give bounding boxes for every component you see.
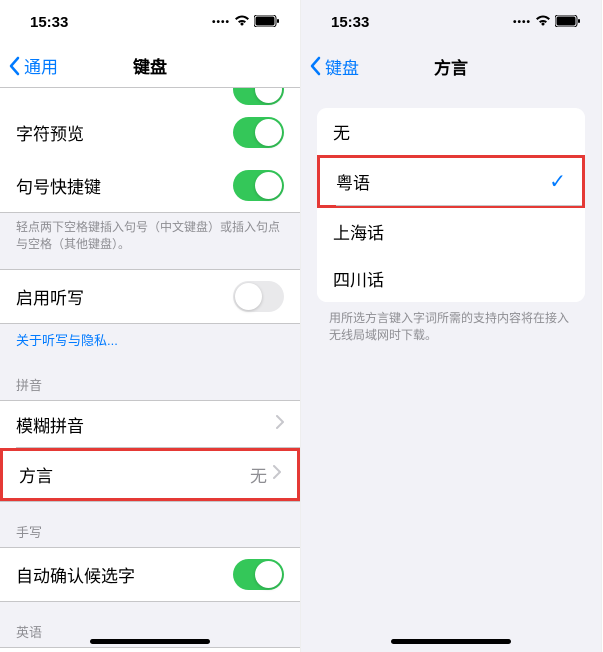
battery-icon [254, 14, 280, 31]
nav-bar: 键盘 方言 [301, 44, 601, 88]
toggle-partial[interactable] [233, 88, 284, 105]
screen-keyboard-settings: 15:33 •••• 通用 键盘 字符预览 句号快捷键 轻点两下空格键插入句号（… [0, 0, 301, 652]
battery-icon [555, 14, 581, 31]
status-bar: 15:33 •••• [301, 0, 601, 44]
status-time: 15:33 [331, 14, 369, 31]
chevron-left-icon [8, 56, 20, 76]
toggle-period-shortcut[interactable] [233, 170, 284, 201]
section-pinyin: 模糊拼音 方言 无 [0, 400, 300, 502]
chevron-right-icon [273, 464, 281, 484]
row-auto-confirm[interactable]: 自动确认候选字 [0, 548, 300, 601]
row-label: 启用听写 [16, 284, 84, 309]
status-bar: 15:33 •••• [0, 0, 300, 44]
option-label: 无 [333, 119, 350, 144]
section-top: 字符预览 句号快捷键 [0, 88, 300, 213]
row-period-shortcut[interactable]: 句号快捷键 [0, 159, 300, 213]
row-label: 自动确认候选字 [16, 562, 135, 587]
option-label: 粤语 [336, 169, 370, 194]
screen-dialect-select: 15:33 •••• 键盘 方言 无 粤语 ✓ 上海话 四川话 用所选方言键入字… [301, 0, 602, 652]
row-auto-cap[interactable]: 首字母自动大写 [0, 648, 300, 652]
footer-dialect: 用所选方言键入字词所需的支持内容将在接入无线局域网时下载。 [301, 302, 601, 352]
toggle-dictation[interactable] [233, 281, 284, 312]
cellular-icon: •••• [513, 17, 531, 28]
dialect-options-list: 无 粤语 ✓ 上海话 四川话 [317, 108, 585, 302]
status-time: 15:33 [30, 14, 68, 31]
home-indicator[interactable] [391, 639, 511, 644]
chevron-left-icon [309, 56, 321, 76]
section-english: 首字母自动大写 检查拼写 输入预测 滑行键入时逐词删除 [0, 647, 300, 652]
nav-back-button[interactable]: 键盘 [301, 54, 359, 79]
dictation-privacy-link[interactable]: 关于听写与隐私... [0, 324, 300, 355]
row-char-preview[interactable]: 字符预览 [0, 106, 300, 159]
section-dictation: 启用听写 [0, 269, 300, 324]
option-sichuanese[interactable]: 四川话 [317, 255, 585, 302]
wifi-icon [234, 14, 250, 31]
section-handwriting: 自动确认候选字 [0, 547, 300, 602]
nav-title: 键盘 [133, 53, 167, 78]
nav-back-button[interactable]: 通用 [0, 53, 58, 78]
home-indicator[interactable] [90, 639, 210, 644]
row-label: 句号快捷键 [16, 173, 101, 198]
checkmark-icon: ✓ [549, 169, 566, 194]
row-dialect[interactable]: 方言 无 [0, 448, 300, 501]
option-label: 四川话 [333, 266, 384, 291]
nav-back-label: 键盘 [325, 54, 359, 79]
row-label: 方言 [19, 462, 53, 487]
toggle-auto-confirm[interactable] [233, 559, 284, 590]
option-cantonese[interactable]: 粤语 ✓ [317, 155, 585, 208]
section-header-handwriting: 手写 [0, 516, 300, 547]
status-right: •••• [212, 14, 280, 31]
cellular-icon: •••• [212, 17, 230, 28]
row-enable-dictation[interactable]: 启用听写 [0, 270, 300, 323]
chevron-right-icon [276, 414, 284, 434]
option-none[interactable]: 无 [317, 108, 585, 155]
row-label: 字符预览 [16, 120, 84, 145]
wifi-icon [535, 14, 551, 31]
section-header-pinyin: 拼音 [0, 369, 300, 400]
row-fuzzy-pinyin[interactable]: 模糊拼音 [0, 401, 300, 448]
toggle-char-preview[interactable] [233, 117, 284, 148]
nav-back-label: 通用 [24, 53, 58, 78]
option-label: 上海话 [333, 219, 384, 244]
dialect-value: 无 [250, 462, 267, 487]
footer-period: 轻点两下空格键插入句号（中文键盘）或插入句点与空格（其他键盘）。 [0, 213, 300, 259]
row-partial [0, 88, 300, 106]
nav-title: 方言 [434, 54, 468, 79]
status-right: •••• [513, 14, 581, 31]
row-label: 模糊拼音 [16, 412, 84, 437]
option-shanghainese[interactable]: 上海话 [317, 208, 585, 255]
nav-bar: 通用 键盘 [0, 44, 300, 88]
